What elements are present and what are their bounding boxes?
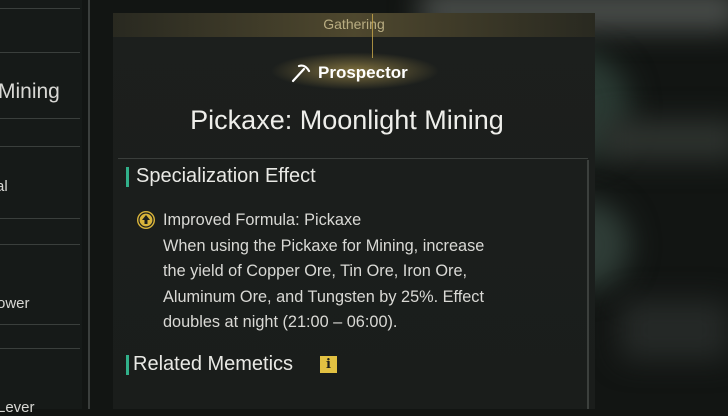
info-icon[interactable]: i [320, 356, 337, 373]
sidebar-divider [0, 146, 80, 147]
related-memetics-heading: Related Memetics [133, 353, 294, 375]
sidebar-item-partial[interactable]: Lever [0, 399, 35, 416]
item-title: Pickaxe: Moonlight Mining [190, 105, 504, 135]
effect-line: the yield of Copper Ore, Tin Ore, Iron O… [163, 262, 468, 280]
sidebar-item-partial[interactable]: ower [0, 295, 30, 312]
title-divider [118, 158, 588, 159]
pickaxe-icon [290, 63, 312, 83]
section-marker [126, 355, 129, 375]
effect-line: Aluminum Ore, and Tungsten by 25%. Effec… [163, 287, 484, 306]
sidebar-divider [0, 8, 80, 9]
sidebar-item-mining[interactable]: Mining [0, 80, 60, 104]
blurred-shape [600, 120, 728, 160]
section-marker [126, 167, 129, 187]
blurred-shape [620, 300, 728, 360]
sidebar-divider [0, 52, 80, 53]
sidebar-frame [88, 0, 90, 409]
upgrade-arrow-icon [137, 211, 155, 229]
sidebar-divider [0, 324, 80, 325]
sidebar-divider [0, 348, 80, 349]
effect-name: Improved Formula: Pickaxe [163, 211, 362, 229]
scrollbar[interactable] [587, 160, 589, 409]
sidebar: Mining al ower Lever [0, 0, 82, 416]
sidebar-divider [0, 118, 80, 119]
effect-line: doubles at night (21:00 – 06:00). [163, 313, 398, 331]
category-label: Gathering [323, 16, 385, 32]
effect-description: Improved Formula: Pickaxe When using the… [163, 208, 583, 336]
profession-label: Prospector [318, 63, 408, 82]
specialization-heading: Specialization Effect [136, 165, 316, 187]
sidebar-divider [0, 218, 80, 219]
sidebar-divider [0, 244, 80, 245]
sidebar-item-partial[interactable]: al [0, 178, 8, 195]
effect-line: When using the Pickaxe for Mining, incre… [163, 236, 485, 255]
profession-badge: Prospector [290, 62, 408, 84]
